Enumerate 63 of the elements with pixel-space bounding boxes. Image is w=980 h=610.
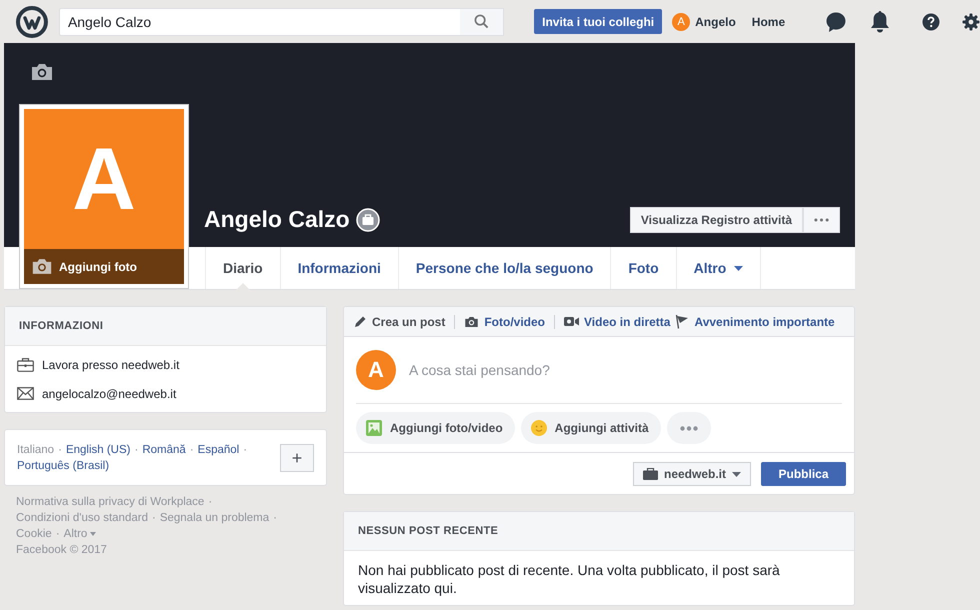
composer-tab[interactable]: Crea un post bbox=[354, 314, 446, 328]
smiley-icon bbox=[530, 420, 547, 436]
separator-dot: · bbox=[152, 511, 156, 526]
profile-tab[interactable]: Informazioni bbox=[280, 247, 398, 289]
more-options-button[interactable] bbox=[803, 206, 840, 232]
separator-dot: · bbox=[243, 443, 248, 458]
more-icon bbox=[814, 218, 829, 222]
invite-button[interactable]: Invita i tuoi colleghi bbox=[534, 9, 662, 34]
composer-tab[interactable]: Foto/video bbox=[464, 314, 546, 328]
language-link[interactable]: Español bbox=[198, 442, 240, 458]
audience-dropdown[interactable]: needweb.it bbox=[632, 462, 751, 486]
user-avatar: A bbox=[356, 350, 396, 390]
camera-icon bbox=[31, 258, 53, 275]
image-icon bbox=[366, 420, 382, 436]
camera-icon[interactable] bbox=[30, 63, 54, 81]
user-name-link[interactable]: Angelo bbox=[695, 14, 736, 28]
separator-dot: · bbox=[56, 527, 60, 542]
chat-bubble-icon[interactable] bbox=[825, 10, 848, 32]
separator-dot: · bbox=[273, 511, 278, 526]
add-photo-button[interactable]: Aggiungi foto bbox=[24, 249, 184, 284]
separator-dot: · bbox=[58, 443, 62, 458]
more-icon bbox=[680, 426, 698, 430]
caret-icon bbox=[732, 472, 741, 476]
more-options-button[interactable] bbox=[666, 412, 711, 444]
attachment-button[interactable]: Aggiungi attività bbox=[520, 412, 661, 444]
composer-tab[interactable]: Video in diretta bbox=[564, 314, 670, 328]
info-text: angelocalzo@needweb.it bbox=[42, 386, 176, 400]
empty-state-text: Non hai pubblicato post di recente. Una volta pubblicato, il post sarà visualizzato qui. bbox=[357, 561, 781, 598]
briefcase-icon bbox=[17, 358, 34, 372]
composer-tab[interactable]: Avvenimento importante bbox=[675, 314, 835, 329]
camera-icon bbox=[464, 316, 480, 328]
help-icon[interactable] bbox=[922, 12, 940, 30]
copyright-text: Facebook © 2017 bbox=[16, 543, 108, 558]
separator-dot: · bbox=[208, 495, 212, 510]
separator-dot: · bbox=[190, 443, 194, 458]
attachment-button[interactable]: Aggiungi foto/video bbox=[356, 412, 515, 444]
profile-name: Angelo Calzo bbox=[204, 206, 350, 233]
separator-dot: · bbox=[134, 443, 138, 458]
home-link[interactable]: Home bbox=[752, 14, 786, 28]
profile-tab[interactable]: Diario bbox=[205, 247, 280, 289]
language-link[interactable]: English (US) bbox=[66, 442, 130, 458]
card-title: INFORMAZIONI bbox=[19, 320, 104, 332]
card-title: NESSUN POST RECENTE bbox=[358, 525, 498, 537]
flag-icon bbox=[675, 314, 690, 329]
profile-tab[interactable]: Altro bbox=[676, 247, 762, 289]
profile-tab[interactable]: Foto bbox=[610, 247, 676, 289]
envelope-icon bbox=[17, 387, 34, 400]
briefcase-badge-icon bbox=[356, 208, 380, 232]
add-language-button[interactable]: + bbox=[280, 444, 314, 472]
workplace-logo-icon[interactable] bbox=[16, 6, 48, 38]
language-link[interactable]: Română bbox=[142, 442, 186, 458]
activity-log-button[interactable]: Visualizza Registro attività bbox=[630, 206, 803, 232]
pencil-icon bbox=[354, 315, 367, 328]
briefcase-icon bbox=[642, 468, 658, 480]
profile-tab[interactable]: Persone che lo/la seguono bbox=[398, 247, 610, 289]
video-camera-icon bbox=[564, 316, 580, 327]
language-link[interactable]: Português (Brasil) bbox=[17, 458, 110, 474]
bell-icon[interactable] bbox=[869, 10, 892, 34]
settings-icon[interactable] bbox=[962, 12, 980, 30]
publish-button[interactable]: Pubblica bbox=[761, 462, 846, 486]
avatar-letter: A bbox=[72, 135, 136, 223]
info-text: Lavora presso needweb.it bbox=[42, 358, 180, 372]
caret-icon bbox=[90, 532, 96, 536]
